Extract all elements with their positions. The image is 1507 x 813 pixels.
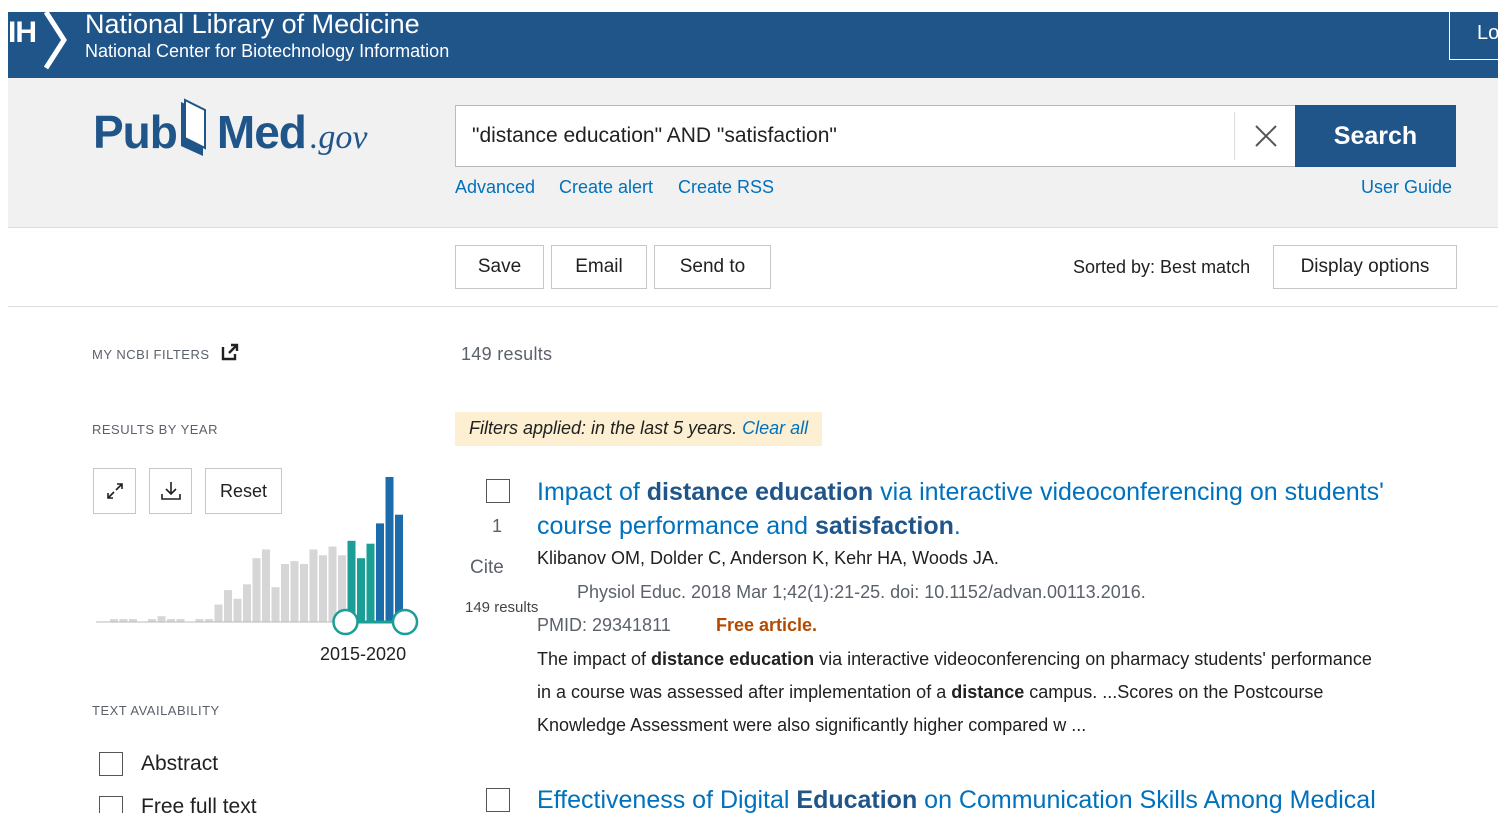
clear-all-link[interactable]: Clear all	[742, 418, 808, 438]
result-1-title-line1[interactable]: Impact of distance education via interac…	[537, 475, 1384, 509]
search-button[interactable]: Search	[1295, 105, 1456, 167]
text-availability-label: TEXT AVAILABILITY	[92, 703, 220, 718]
login-button[interactable]: Lo	[1449, 12, 1507, 60]
free-full-text-checkbox[interactable]	[99, 796, 123, 813]
year-range-end-handle[interactable]	[391, 608, 419, 636]
filters-applied-text: Filters applied: in the last 5 years.	[469, 418, 738, 438]
year-bar-2003[interactable]	[233, 598, 242, 622]
result-1-pmid: PMID: 29341811	[537, 615, 671, 635]
cite-button[interactable]: Cite	[470, 557, 504, 579]
email-button[interactable]: Email	[551, 245, 647, 289]
free-article-badge: Free article.	[716, 615, 818, 635]
results-by-year-label: RESULTS BY YEAR	[92, 422, 218, 437]
year-bar-2005[interactable]	[252, 558, 261, 622]
year-bar-2010[interactable]	[300, 564, 308, 622]
year-bar-2012[interactable]	[319, 555, 327, 622]
year-bar-2020[interactable]	[395, 514, 403, 622]
year-bar-2011[interactable]	[309, 549, 318, 623]
year-bar-2013[interactable]	[328, 546, 337, 622]
free-full-text-filter-label[interactable]: Free full text	[141, 795, 257, 813]
year-bar-2006[interactable]	[262, 549, 270, 623]
abstract-checkbox[interactable]	[99, 752, 123, 776]
year-bar-2018[interactable]	[376, 523, 384, 622]
year-bar-2009[interactable]	[290, 561, 299, 622]
year-range-start-handle[interactable]	[332, 608, 359, 636]
user-guide-link[interactable]: User Guide	[1361, 177, 1452, 198]
search-header: PubMed.gov Search Advanced Create alert …	[8, 78, 1498, 228]
create-alert-link[interactable]: Create alert	[559, 177, 653, 198]
save-button[interactable]: Save	[455, 245, 544, 289]
display-options-button[interactable]: Display options	[1273, 245, 1457, 289]
advanced-link[interactable]: Advanced	[455, 177, 535, 198]
nih-logo[interactable]: IH	[8, 16, 37, 50]
nih-chevron-icon	[43, 10, 67, 70]
logo-med: Med	[216, 106, 307, 158]
year-bar-2007[interactable]	[271, 587, 280, 622]
my-ncbi-filters-label: MY NCBI FILTERS	[92, 347, 210, 362]
logo-gov: .gov	[309, 119, 368, 156]
nlm-banner: IH National Library of Medicine National…	[8, 9, 1507, 78]
result-1-checkbox[interactable]	[486, 479, 510, 503]
nlm-title[interactable]: National Library of Medicine	[85, 9, 420, 40]
book-icon	[180, 98, 206, 156]
create-rss-link[interactable]: Create RSS	[678, 177, 774, 198]
result-1-title-line2[interactable]: course performance and satisfaction.	[537, 509, 961, 543]
results-count: 149 results	[461, 344, 553, 364]
search-input[interactable]	[456, 106, 1236, 166]
year-bar-1995[interactable]	[157, 616, 166, 622]
result-1-journal: Physiol Educ. 2018 Mar 1;42(1):21-25. do…	[577, 582, 1146, 602]
results-count-tooltip: 149 results	[463, 599, 541, 616]
year-bar-2017[interactable]	[366, 543, 375, 622]
filters-applied-banner: Filters applied: in the last 5 years. Cl…	[455, 412, 823, 446]
result-2-title-line1[interactable]: Effectiveness of Digital Education on Co…	[537, 783, 1376, 813]
year-range-label: 2015-2020	[320, 644, 407, 664]
result-1-snippet-line: Knowledge Assessment were also significa…	[537, 715, 1087, 735]
year-bar-2008[interactable]	[281, 564, 289, 622]
page: IH National Library of Medicine National…	[0, 0, 1507, 813]
nlm-subtitle: National Center for Biotechnology Inform…	[85, 41, 450, 61]
year-bar-2019[interactable]	[385, 477, 394, 622]
result-1-authors: Klibanov OM, Dolder C, Anderson K, Kehr …	[537, 548, 999, 568]
result-2-checkbox[interactable]	[486, 788, 510, 812]
clear-search-button[interactable]	[1234, 112, 1296, 160]
logo-pub: Pub	[93, 106, 178, 158]
year-bar-2001[interactable]	[214, 604, 223, 622]
result-1-number: 1	[492, 516, 503, 536]
result-1-snippet-line: The impact of distance education via int…	[537, 649, 1372, 669]
year-bar-2002[interactable]	[224, 590, 232, 622]
result-1-snippet-line: in a course was assessed after implement…	[537, 682, 1324, 702]
sort-label[interactable]: Sorted by: Best match	[1073, 257, 1250, 278]
action-bar: Save Email Send to Sorted by: Best match…	[8, 229, 1498, 307]
close-icon	[1254, 125, 1277, 147]
results-by-year-chart[interactable]	[92, 470, 422, 670]
year-bar-2004[interactable]	[243, 584, 251, 622]
external-link-icon[interactable]	[221, 343, 239, 361]
search-box	[455, 105, 1297, 167]
send-to-button[interactable]: Send to	[654, 245, 771, 289]
pubmed-logo[interactable]: Pub Med .gov	[93, 98, 367, 168]
year-bar-2016[interactable]	[357, 558, 365, 622]
abstract-filter-label[interactable]: Abstract	[141, 752, 218, 776]
